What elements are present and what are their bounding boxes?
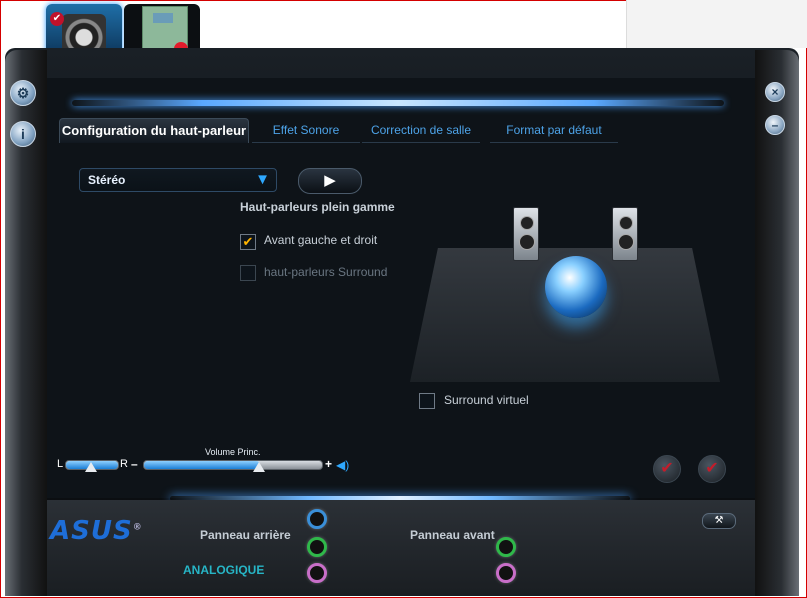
tab-sound-effect[interactable]: Effet Sonore	[252, 118, 360, 143]
tab-speaker-config[interactable]: Configuration du haut-parleur	[59, 118, 249, 143]
volume-minus[interactable]: –	[131, 457, 138, 471]
full-range-speakers-title: Haut-parleurs plein gamme	[240, 200, 395, 214]
volume-plus[interactable]: +	[325, 457, 332, 471]
balance-right-label: R	[120, 458, 128, 470]
front-left-speaker-icon[interactable]	[513, 207, 539, 261]
rear-line-out-jack-icon[interactable]	[307, 537, 327, 557]
virtual-surround-label: Surround virtuel	[444, 393, 529, 407]
rear-line-in-jack-icon[interactable]	[307, 509, 327, 529]
balance-thumb[interactable]	[85, 462, 97, 472]
front-headphone-jack-icon[interactable]	[496, 537, 516, 557]
listener-sphere-icon	[545, 256, 607, 318]
logo-text: ASUS	[50, 516, 133, 546]
front-lr-checkbox[interactable]: ✔	[240, 234, 256, 250]
main-volume-thumb[interactable]	[252, 462, 265, 472]
surround-label: haut-parleurs Surround	[264, 265, 388, 279]
front-lr-label: Avant gauche et droit	[264, 233, 378, 247]
settings-gear-icon[interactable]: ⚙	[10, 80, 36, 106]
front-panel-label: Panneau avant	[410, 528, 495, 542]
chevron-down-icon: ▼	[255, 171, 270, 188]
top-glow-divider	[72, 100, 724, 106]
main-volume-slider[interactable]	[143, 460, 323, 470]
surround-checkbox[interactable]	[240, 265, 256, 281]
active-check-icon: ✔	[50, 12, 64, 26]
front-right-speaker-icon[interactable]	[612, 207, 638, 261]
titlebar-area	[626, 0, 807, 48]
tab-default-format[interactable]: Format par défaut	[490, 118, 618, 143]
speaker-config-value: Stéréo	[88, 173, 126, 187]
rear-mic-jack-icon[interactable]	[307, 563, 327, 583]
tab-room-correction[interactable]: Correction de salle	[362, 118, 480, 143]
asus-logo: ASUS®	[50, 516, 143, 546]
main-volume-title: Volume Princ.	[205, 447, 261, 457]
play-test-button[interactable]: ▶	[298, 168, 362, 194]
apply-check-icon[interactable]: ✔	[653, 455, 681, 483]
rear-panel-label: Panneau arrière	[200, 528, 291, 542]
connector-settings-wrench-icon[interactable]: ⚒	[702, 513, 736, 529]
check-all-icon[interactable]: ✔	[698, 455, 726, 483]
speaker-config-select[interactable]: Stéréo ▼	[79, 168, 277, 192]
front-mic-jack-icon[interactable]	[496, 563, 516, 583]
main-volume-fill	[144, 461, 260, 469]
info-icon[interactable]: i	[10, 121, 36, 147]
connector-panel	[47, 500, 755, 596]
balance-left-label: L	[57, 458, 64, 470]
analog-label: ANALOGIQUE	[183, 563, 265, 577]
volume-speaker-icon: ◀)	[336, 458, 350, 472]
minimize-icon[interactable]: –	[765, 115, 785, 135]
close-icon[interactable]: ×	[765, 82, 785, 102]
virtual-surround-checkbox[interactable]	[419, 393, 435, 409]
